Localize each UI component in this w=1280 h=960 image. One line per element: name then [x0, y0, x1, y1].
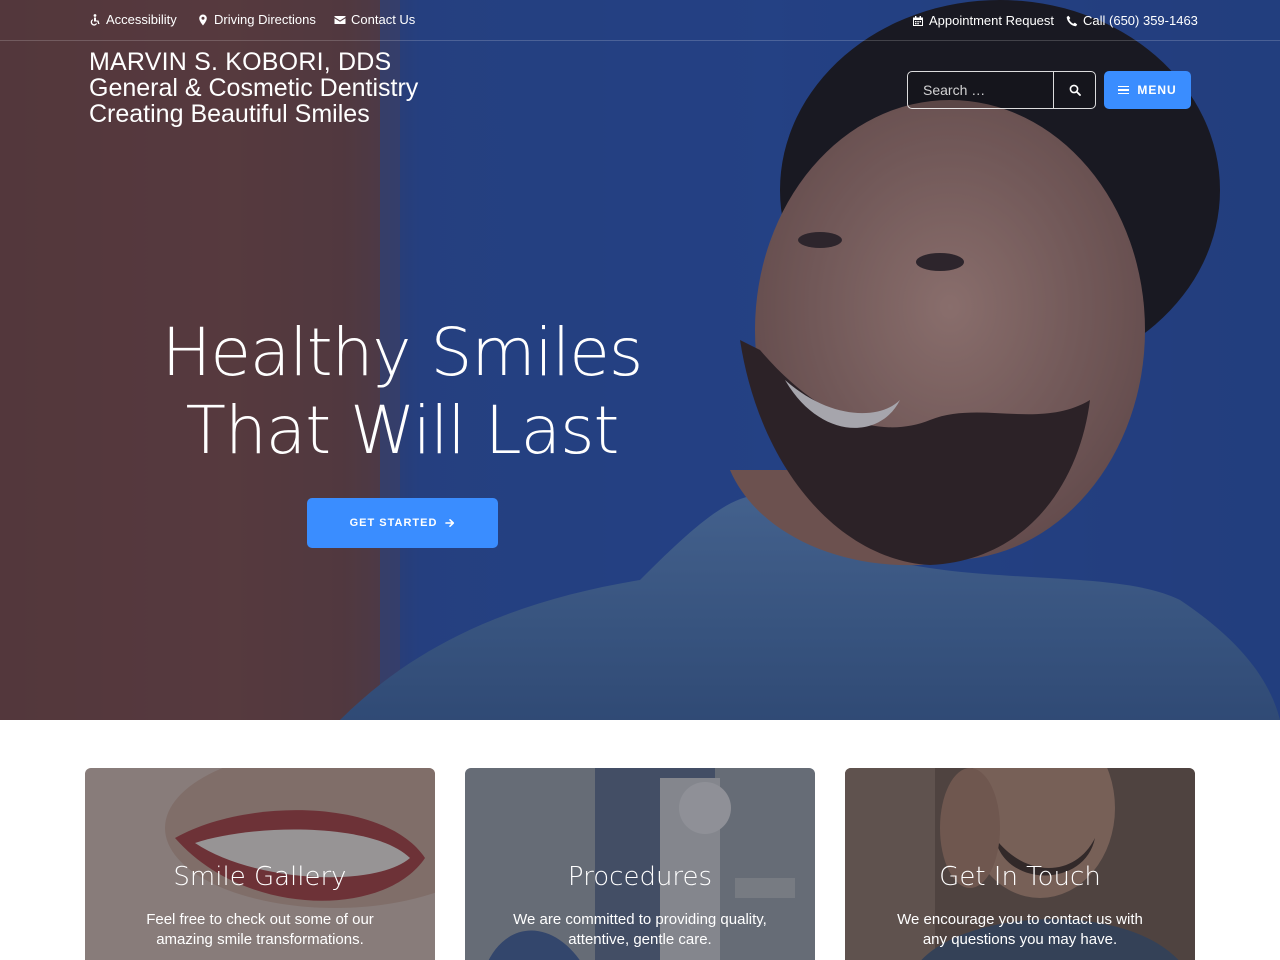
headline-line-2: That Will Last — [185, 392, 620, 469]
driving-directions-link[interactable]: Driving Directions — [197, 12, 316, 27]
phone-icon — [1066, 15, 1078, 26]
card-title: Get In Touch — [939, 862, 1101, 892]
search-input[interactable] — [908, 72, 1053, 108]
practice-name: MARVIN S. KOBORI, DDS — [89, 48, 392, 76]
search-form — [907, 71, 1096, 109]
card-title: Procedures — [567, 862, 713, 892]
card-procedures[interactable]: Procedures We are committed to providing… — [465, 768, 815, 960]
arrow-right-icon — [445, 519, 455, 527]
card-description: We are committed to providing quality, a… — [513, 911, 767, 948]
contact-us-label: Contact Us — [351, 12, 416, 27]
appointment-request-label: Appointment Request — [929, 13, 1055, 28]
accessibility-label: Accessibility — [106, 12, 177, 27]
card-description: Feel free to check out some of our amazi… — [146, 911, 374, 948]
practice-tagline: Creating Beautiful Smiles — [89, 100, 370, 128]
hamburger-icon — [1118, 85, 1130, 95]
envelope-icon — [334, 15, 346, 24]
calendar-icon — [913, 15, 923, 26]
headline-line-1: Healthy Smiles — [161, 314, 644, 391]
get-started-button[interactable]: GET STARTED — [307, 498, 498, 548]
practice-specialty: General & Cosmetic Dentistry — [89, 74, 419, 102]
card-smile-gallery[interactable]: Smile Gallery Feel free to check out som… — [85, 768, 435, 960]
search-button[interactable] — [1053, 72, 1095, 108]
card-title: Smile Gallery — [173, 862, 347, 892]
menu-button[interactable]: MENU — [1104, 71, 1191, 109]
card-get-in-touch[interactable]: Get In Touch We encourage you to contact… — [845, 768, 1195, 960]
get-started-label: GET STARTED — [349, 517, 438, 529]
hero-banner: Accessibility Driving Directions Contact… — [0, 0, 1280, 720]
call-link[interactable]: Call (650) 359-1463 — [1066, 13, 1198, 28]
driving-directions-label: Driving Directions — [214, 12, 316, 27]
utility-bar: Accessibility Driving Directions Contact… — [0, 0, 1280, 41]
card-description: We encourage you to contact us with any … — [897, 911, 1143, 948]
call-label: Call (650) 359-1463 — [1083, 13, 1198, 28]
accessibility-link[interactable]: Accessibility — [89, 12, 177, 27]
map-marker-icon — [199, 14, 207, 25]
hero-headline: Healthy Smiles That Will Last — [102, 314, 702, 470]
contact-us-link[interactable]: Contact Us — [334, 12, 415, 27]
menu-label: MENU — [1137, 83, 1177, 97]
wheelchair-icon — [90, 13, 100, 26]
appointment-request-link[interactable]: Appointment Request — [912, 13, 1054, 28]
site-branding[interactable]: MARVIN S. KOBORI, DDS General & Cosmetic… — [89, 49, 509, 127]
search-icon — [1069, 84, 1081, 96]
